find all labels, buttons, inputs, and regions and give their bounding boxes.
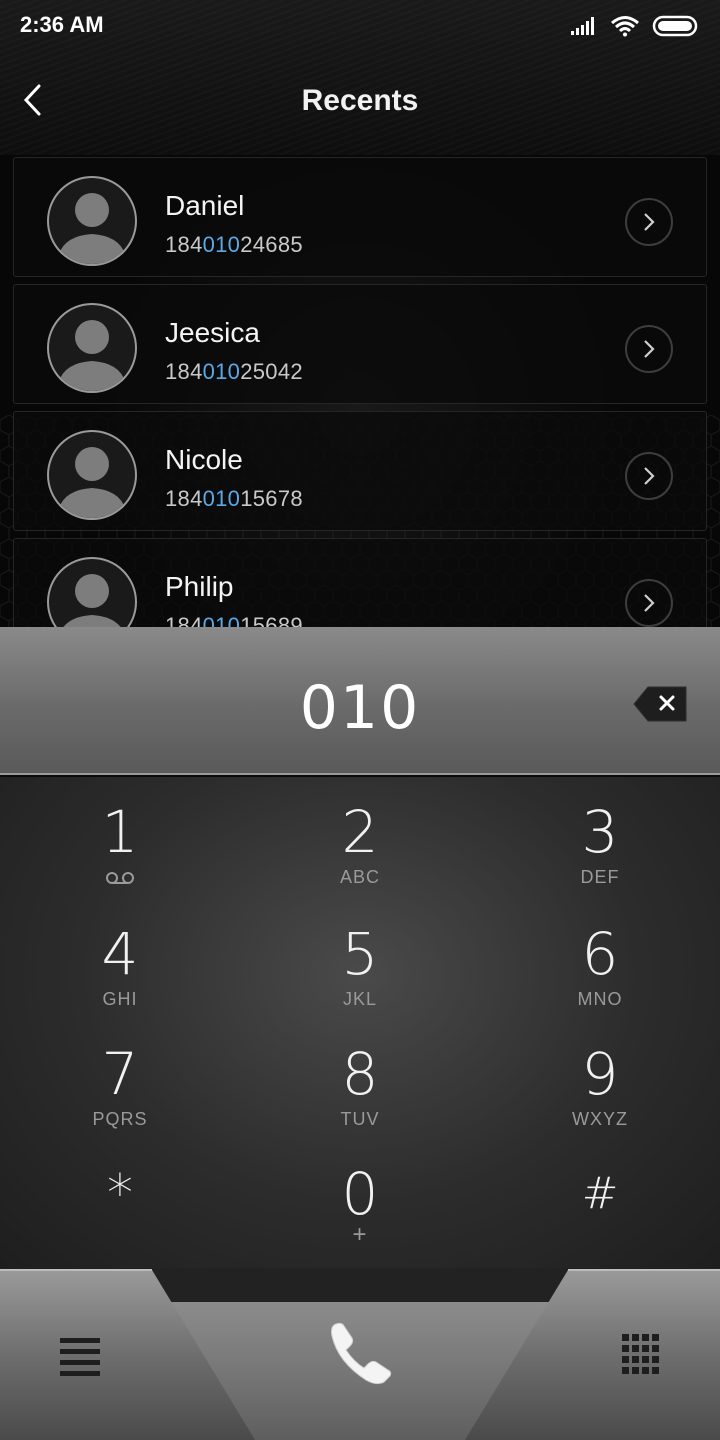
key-digit: 9 bbox=[581, 1040, 619, 1108]
contact-detail-button[interactable] bbox=[625, 198, 673, 246]
keypad-toggle-button[interactable] bbox=[600, 1326, 680, 1386]
dial-keypad: 1 2 ABC 3 DEF 4 GHI 5 JKL 6 MNO 7 PQRS 8… bbox=[0, 777, 720, 1269]
key-hash[interactable]: # bbox=[480, 1149, 720, 1269]
key-letters: DEF bbox=[580, 867, 620, 887]
contact-detail-button[interactable] bbox=[625, 452, 673, 500]
key-digit: 2 bbox=[341, 798, 379, 866]
wifi-icon bbox=[611, 16, 639, 37]
key-2[interactable]: 2 ABC bbox=[240, 787, 480, 907]
recents-list[interactable]: Daniel 18401024685 Jeesica 18401025042 N… bbox=[0, 155, 720, 627]
avatar bbox=[47, 176, 137, 266]
header: Recents bbox=[0, 60, 720, 146]
key-digit: 7 bbox=[101, 1040, 139, 1108]
key-digit: 3 bbox=[581, 798, 619, 866]
chevron-right-icon bbox=[644, 213, 655, 231]
avatar bbox=[47, 557, 137, 627]
key-digit: 8 bbox=[341, 1040, 379, 1108]
person-silhouette-icon bbox=[57, 193, 127, 264]
contact-detail-button[interactable] bbox=[625, 325, 673, 373]
contact-name: Nicole bbox=[165, 444, 243, 475]
backspace-icon bbox=[633, 686, 687, 722]
contact-number: 18401024685 bbox=[165, 232, 303, 257]
key-letters: MNO bbox=[577, 989, 623, 1009]
contact-name: Philip bbox=[165, 571, 234, 602]
status-icons bbox=[570, 12, 700, 40]
key-5[interactable]: 5 JKL bbox=[240, 909, 480, 1029]
person-silhouette-icon bbox=[57, 447, 127, 518]
chevron-right-icon bbox=[644, 467, 655, 485]
contact-item-philip[interactable]: Philip 18401015689 bbox=[13, 538, 707, 627]
key-letters: TUV bbox=[340, 1109, 380, 1129]
key-digit: * bbox=[107, 1164, 133, 1224]
menu-button[interactable] bbox=[40, 1328, 120, 1388]
top-bar: 2:36 AM Recents bbox=[0, 0, 720, 155]
contact-number: 18401015678 bbox=[165, 486, 303, 511]
dial-input-panel: 010 bbox=[0, 627, 720, 775]
contact-name: Jeesica bbox=[165, 317, 260, 348]
keypad-grid-icon bbox=[622, 1334, 659, 1374]
page-title: Recents bbox=[301, 84, 419, 117]
key-3[interactable]: 3 DEF bbox=[480, 787, 720, 907]
key-digit: 0 bbox=[341, 1160, 379, 1228]
signal-icon bbox=[571, 17, 594, 35]
person-silhouette-icon bbox=[57, 320, 127, 391]
person-silhouette-icon bbox=[63, 574, 121, 627]
contact-item-jeesica[interactable]: Jeesica 18401025042 bbox=[13, 284, 707, 404]
key-7[interactable]: 7 PQRS bbox=[0, 1029, 240, 1149]
menu-icon bbox=[60, 1338, 100, 1376]
key-4[interactable]: 4 GHI bbox=[0, 909, 240, 1029]
contact-item-daniel[interactable]: Daniel 18401024685 bbox=[13, 157, 707, 277]
dialed-number[interactable]: 010 bbox=[0, 673, 720, 743]
key-digit: 1 bbox=[101, 798, 139, 866]
contact-name: Daniel bbox=[165, 190, 245, 221]
call-button[interactable] bbox=[310, 1310, 410, 1400]
key-letters: ABC bbox=[339, 867, 380, 887]
contact-number: 18401015689 bbox=[165, 613, 303, 627]
key-8[interactable]: 8 TUV bbox=[240, 1029, 480, 1149]
key-digit: # bbox=[581, 1168, 619, 1219]
key-0[interactable]: 0 + bbox=[240, 1149, 480, 1269]
battery-icon bbox=[652, 15, 698, 37]
chevron-right-icon bbox=[644, 594, 655, 612]
key-letters: PQRS bbox=[92, 1109, 148, 1129]
avatar bbox=[47, 430, 137, 520]
status-time: 2:36 AM bbox=[20, 12, 104, 37]
contact-detail-button[interactable] bbox=[625, 579, 673, 627]
voicemail-icon bbox=[106, 872, 134, 884]
key-1[interactable]: 1 bbox=[0, 787, 240, 907]
key-letters: GHI bbox=[102, 989, 138, 1009]
contact-item-nicole[interactable]: Nicole 18401015678 bbox=[13, 411, 707, 531]
key-6[interactable]: 6 MNO bbox=[480, 909, 720, 1029]
backspace-button[interactable] bbox=[632, 685, 688, 723]
key-letters: + bbox=[352, 1221, 368, 1248]
bottom-action-bar bbox=[0, 1268, 720, 1440]
key-digit: 6 bbox=[581, 920, 619, 988]
contact-number: 18401025042 bbox=[165, 359, 303, 384]
key-letters: JKL bbox=[342, 989, 378, 1009]
status-bar: 2:36 AM bbox=[0, 0, 720, 52]
chevron-right-icon bbox=[644, 340, 655, 358]
avatar bbox=[47, 303, 137, 393]
key-9[interactable]: 9 WXYZ bbox=[480, 1029, 720, 1149]
phone-icon bbox=[331, 1322, 392, 1385]
key-digit: 4 bbox=[101, 920, 139, 988]
key-star[interactable]: * bbox=[0, 1149, 240, 1269]
key-digit: 5 bbox=[341, 920, 379, 988]
key-letters: WXYZ bbox=[572, 1109, 628, 1129]
